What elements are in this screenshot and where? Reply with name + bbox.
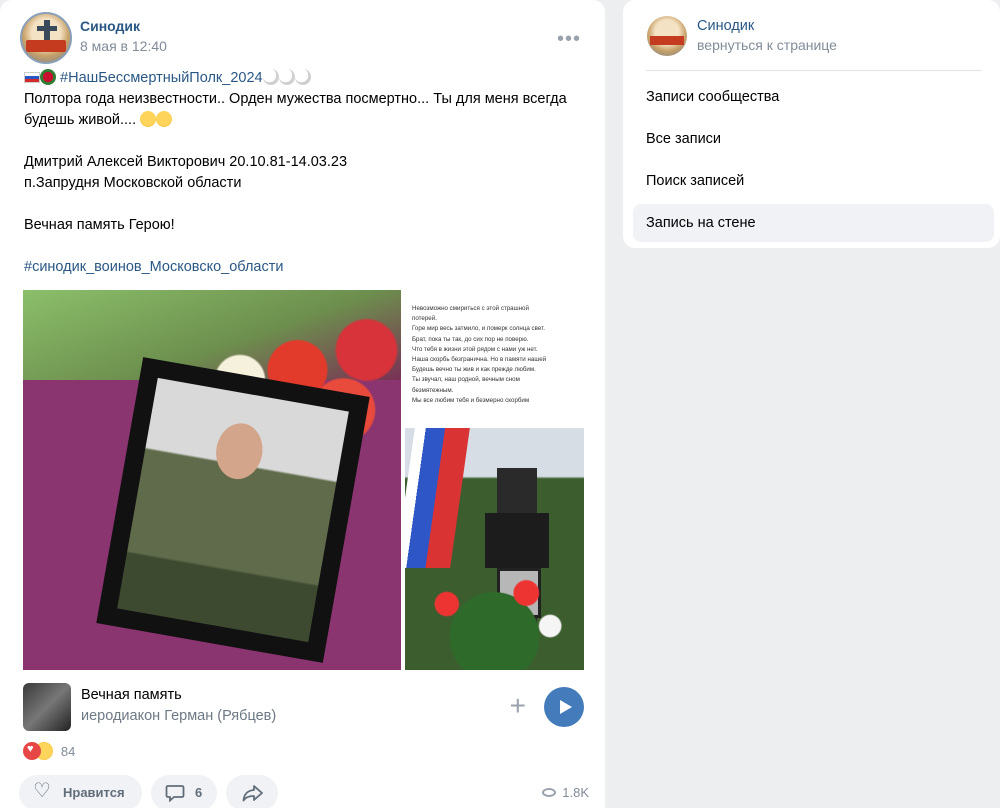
- sidebar-item-all-posts[interactable]: Все записи: [633, 120, 994, 158]
- poem-line: Наша скорбь безгранична. Но в памяти наш…: [412, 356, 547, 364]
- comments-count: 6: [195, 785, 203, 800]
- dove-icon: [262, 69, 279, 85]
- audio-artist[interactable]: иеродиакон Герман (Рябцев): [81, 708, 276, 724]
- poem-line: Будешь вечно ты жив и как прежде любим.: [412, 366, 536, 374]
- audio-title[interactable]: Вечная память: [81, 687, 182, 703]
- post-text-line: Полтора года неизвестности.. Орден мужес…: [24, 91, 567, 107]
- post-date[interactable]: 8 мая в 12:40: [80, 38, 167, 54]
- portrait: [117, 377, 349, 643]
- poem-line: Брат, пока ты так, до сих пор не поверю.: [412, 335, 529, 343]
- sidebar-item-wall-post[interactable]: Запись на стене: [633, 204, 994, 242]
- post-text: #НашБессмертныйПолк_2024 Полтора года не…: [24, 68, 584, 278]
- laughing-icon: [156, 111, 173, 127]
- laughing-icon: [140, 111, 157, 127]
- dove-icon: [294, 69, 311, 85]
- hashtag-link[interactable]: #синодик_воинов_Московско_области: [24, 257, 584, 278]
- share-icon-svg: [242, 785, 263, 802]
- eye-icon: [542, 788, 557, 797]
- views: 1.8K: [542, 775, 589, 808]
- sidebar-header: Синодик вернуться к странице: [647, 16, 980, 56]
- add-audio-icon[interactable]: +: [510, 691, 526, 721]
- memorial-photo[interactable]: [23, 290, 401, 670]
- poem-line: Мы все любим тебя и безмерно скорбим: [412, 396, 530, 404]
- grave-flag: [405, 428, 470, 568]
- poem-line: Что тебя в жизни этой рядом с нами уж не…: [412, 345, 538, 353]
- post-text-line: будешь живой....: [24, 110, 584, 131]
- divider: [646, 70, 982, 71]
- play-button[interactable]: [544, 687, 584, 727]
- portrait-frame: [96, 357, 370, 663]
- poem-line: безмятежным.: [412, 386, 454, 394]
- community-avatar[interactable]: [20, 12, 72, 64]
- rose-icon: [40, 69, 56, 85]
- photo-gallery: Невозможно смириться с этой страшной пот…: [23, 290, 584, 670]
- views-count: 1.8K: [562, 785, 589, 800]
- comment-icon: [165, 784, 185, 807]
- sidebar-card: Синодик вернуться к странице Записи сооб…: [623, 0, 1000, 248]
- poem-line: Ты звучал, наш родной, вечным сном: [412, 376, 520, 384]
- more-options-icon[interactable]: •••: [557, 28, 581, 51]
- like-button[interactable]: ♡ Нравится: [19, 775, 142, 808]
- audio-cover: [23, 683, 71, 731]
- sidebar-item-community-posts[interactable]: Записи сообщества: [633, 78, 994, 116]
- reactions-count: 84: [60, 743, 76, 759]
- hashtag-line: #НашБессмертныйПолк_2024: [24, 68, 584, 89]
- grave-photo[interactable]: [405, 428, 584, 670]
- avatar-cross-bar: [37, 26, 57, 31]
- share-button[interactable]: [226, 775, 278, 808]
- avatar-band: [26, 40, 66, 52]
- post-text-fragment: будешь живой....: [24, 112, 137, 128]
- poem-line: потерей.: [412, 315, 437, 323]
- wreath: [415, 560, 574, 670]
- sidebar-menu: Записи сообщества Все записи Поиск запис…: [633, 74, 994, 242]
- share-icon: [242, 784, 264, 807]
- avatar-band: [650, 36, 684, 45]
- sidebar-item-search-posts[interactable]: Поиск записей: [633, 162, 994, 200]
- post-header: Синодик 8 мая в 12:40 •••: [20, 12, 585, 66]
- poem-line: Невозможно смириться с этой страшной: [412, 305, 529, 312]
- audio-attachment[interactable]: Вечная память иеродиакон Герман (Рябцев)…: [23, 683, 584, 731]
- poem-photo[interactable]: Невозможно смириться с этой страшной пот…: [405, 290, 584, 425]
- post-actions: ♡ Нравится 6 1.8K: [19, 775, 589, 808]
- poem-line: Горе мир весь затмило, и померк солнца с…: [412, 325, 545, 333]
- reactions[interactable]: 84: [23, 742, 75, 764]
- post-text-line: п.Запрудня Московской области: [24, 175, 242, 191]
- russia-flag-icon: [24, 72, 40, 83]
- like-label: Нравится: [63, 785, 125, 800]
- sidebar-avatar[interactable]: [647, 16, 687, 56]
- post-text-line: Дмитрий Алексей Викторович 20.10.81-14.0…: [24, 154, 348, 170]
- post-text-line: Вечная память Герою!: [24, 217, 175, 233]
- heart-outline-icon: ♡: [33, 780, 51, 802]
- back-to-page-link[interactable]: вернуться к странице: [697, 37, 837, 53]
- comment-icon-svg: [165, 785, 185, 803]
- post-card: Синодик 8 мая в 12:40 ••• #НашБессмертны…: [0, 0, 605, 808]
- post-author[interactable]: Синодик: [80, 18, 140, 34]
- hashtag-link[interactable]: #НашБессмертныйПолк_2024: [60, 70, 263, 86]
- comment-button[interactable]: 6: [151, 775, 217, 808]
- dove-icon: [278, 69, 295, 85]
- portrait-head: [211, 419, 267, 483]
- sidebar-community-name[interactable]: Синодик: [697, 18, 754, 34]
